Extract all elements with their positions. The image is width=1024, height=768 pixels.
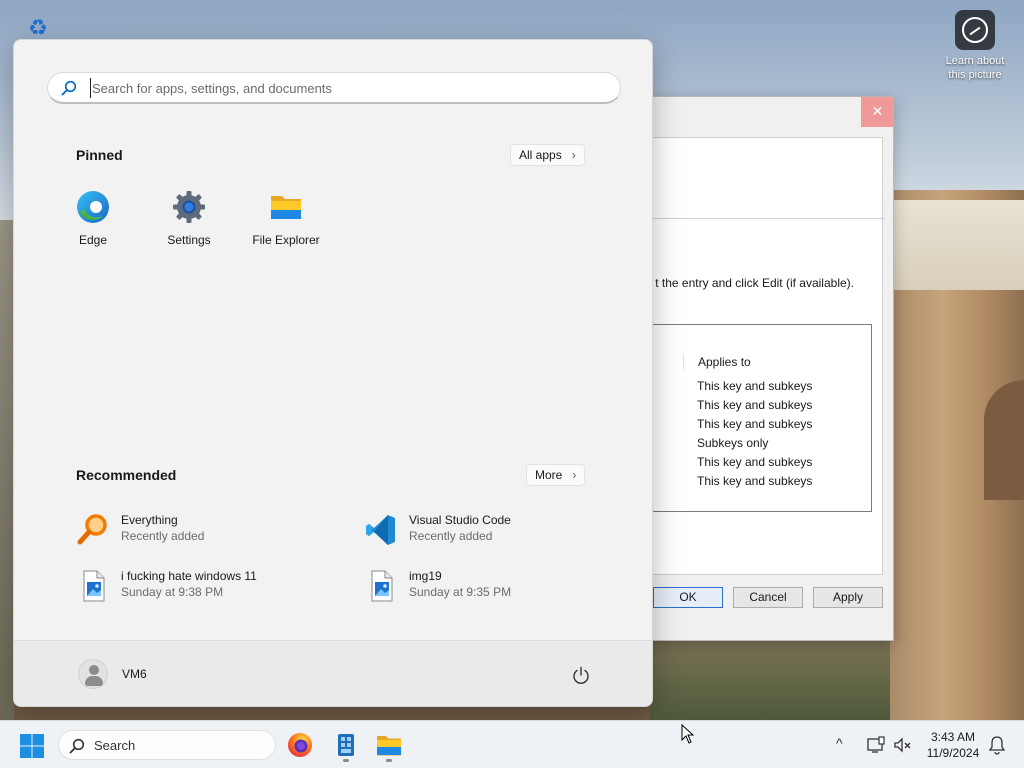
taskbar: Search ^ 3:43 AM 11/9/2024 (0, 720, 1024, 768)
recommended-item-img19[interactable]: img19 Sunday at 9:35 PM (365, 567, 625, 607)
running-indicator (386, 759, 392, 762)
show-hidden-icons-button[interactable]: ^ (836, 735, 843, 751)
search-icon (69, 738, 85, 754)
folder-icon (271, 196, 301, 219)
dialog-instruction-text: t the entry and click Edit (if available… (655, 276, 854, 290)
taskbar-search-label: Search (94, 738, 136, 753)
list-item[interactable]: This key and subkeys (697, 453, 812, 472)
taskbar-search[interactable]: Search (58, 730, 276, 760)
list-item[interactable]: This key and subkeys (697, 472, 812, 491)
recommended-item-detail: Recently added (121, 529, 205, 543)
more-button[interactable]: More › (526, 464, 586, 486)
user-account-button[interactable]: VM6 (78, 659, 147, 689)
power-icon[interactable] (570, 665, 592, 687)
clock-date: 11/9/2024 (926, 746, 980, 760)
recommended-item-name: Everything (121, 513, 178, 527)
pinned-app-edge[interactable]: Edge (53, 190, 133, 247)
volume-muted-icon[interactable] (892, 735, 912, 755)
desktop-wallpaper-arch (984, 380, 1024, 500)
desktop-wallpaper-houses (889, 200, 1024, 290)
divider (642, 218, 884, 219)
chevron-right-icon: › (571, 148, 576, 162)
image-file-icon (371, 570, 393, 602)
everything-search-icon (77, 514, 107, 545)
notification-bell-icon[interactable] (988, 735, 1006, 755)
applies-to-column-header[interactable]: Applies to (683, 355, 751, 369)
avatar (78, 659, 108, 689)
mouse-cursor-icon (681, 724, 695, 744)
dialog-panel: t the entry and click Edit (if available… (641, 137, 884, 604)
file-explorer-icon[interactable] (375, 731, 403, 759)
recommended-item-name: img19 (409, 569, 442, 583)
close-button[interactable]: ✕ (861, 97, 893, 127)
pinned-app-label: File Explorer (252, 233, 320, 247)
search-input[interactable] (90, 78, 590, 98)
all-apps-label: All apps (519, 148, 562, 162)
edge-icon (77, 191, 109, 223)
chevron-right-icon: › (572, 468, 577, 482)
cancel-button[interactable]: Cancel (733, 587, 803, 608)
camera-info-icon (955, 10, 995, 50)
more-label: More (535, 468, 563, 482)
image-file-icon (83, 570, 105, 602)
recommended-item-detail: Sunday at 9:38 PM (121, 585, 224, 599)
permission-entries-list[interactable]: Applies to This key and subkeys This key… (642, 324, 872, 512)
recommended-item-detail: Recently added (409, 529, 493, 543)
system-clock[interactable]: 3:43 AM 11/9/2024 (918, 729, 988, 761)
list-item[interactable]: This key and subkeys (697, 377, 812, 396)
list-item[interactable]: This key and subkeys (697, 396, 812, 415)
gear-icon (173, 191, 205, 223)
user-name: VM6 (122, 667, 147, 681)
recommended-item-name: Visual Studio Code (409, 513, 511, 527)
learn-about-picture-widget[interactable]: Learn about this picture (936, 10, 1014, 82)
recommended-item-vscode[interactable]: Visual Studio Code Recently added (365, 511, 625, 551)
clock-time: 3:43 AM (930, 730, 976, 744)
ok-button[interactable]: OK (653, 587, 723, 608)
all-apps-button[interactable]: All apps › (510, 144, 585, 166)
recommended-heading: Recommended (76, 467, 177, 483)
start-menu: Pinned All apps › Edge (13, 39, 653, 707)
permissions-dialog: ✕ t the entry and click Edit (if availab… (640, 96, 894, 641)
pinned-app-label: Edge (78, 233, 108, 247)
list-item[interactable]: This key and subkeys (697, 415, 812, 434)
learn-about-picture-label: Learn about this picture (945, 55, 1005, 81)
application-icon[interactable] (332, 731, 360, 759)
desktop-wallpaper-left (0, 220, 14, 720)
pinned-app-settings[interactable]: Settings (149, 190, 229, 247)
desktop-wallpaper-trees (650, 640, 890, 720)
network-icon[interactable] (866, 735, 886, 755)
list-item[interactable]: Subkeys only (697, 434, 812, 453)
apply-button[interactable]: Apply (813, 587, 883, 608)
search-icon (61, 80, 77, 96)
start-search-box[interactable] (47, 72, 621, 104)
start-menu-footer: VM6 (14, 640, 652, 706)
recommended-item-name: i fucking hate windows 11 (121, 569, 257, 583)
firefox-icon[interactable] (286, 731, 314, 759)
vscode-icon (366, 515, 395, 545)
pinned-heading: Pinned (76, 147, 123, 163)
recommended-item-everything[interactable]: Everything Recently added (77, 511, 337, 551)
pinned-app-label: Settings (167, 233, 211, 247)
recommended-item-image-file[interactable]: i fucking hate windows 11 Sunday at 9:38… (77, 567, 337, 607)
windows-start-icon[interactable] (19, 733, 45, 759)
running-indicator (343, 759, 349, 762)
recommended-item-detail: Sunday at 9:35 PM (409, 585, 512, 599)
pinned-app-file-explorer[interactable]: File Explorer (245, 190, 327, 247)
